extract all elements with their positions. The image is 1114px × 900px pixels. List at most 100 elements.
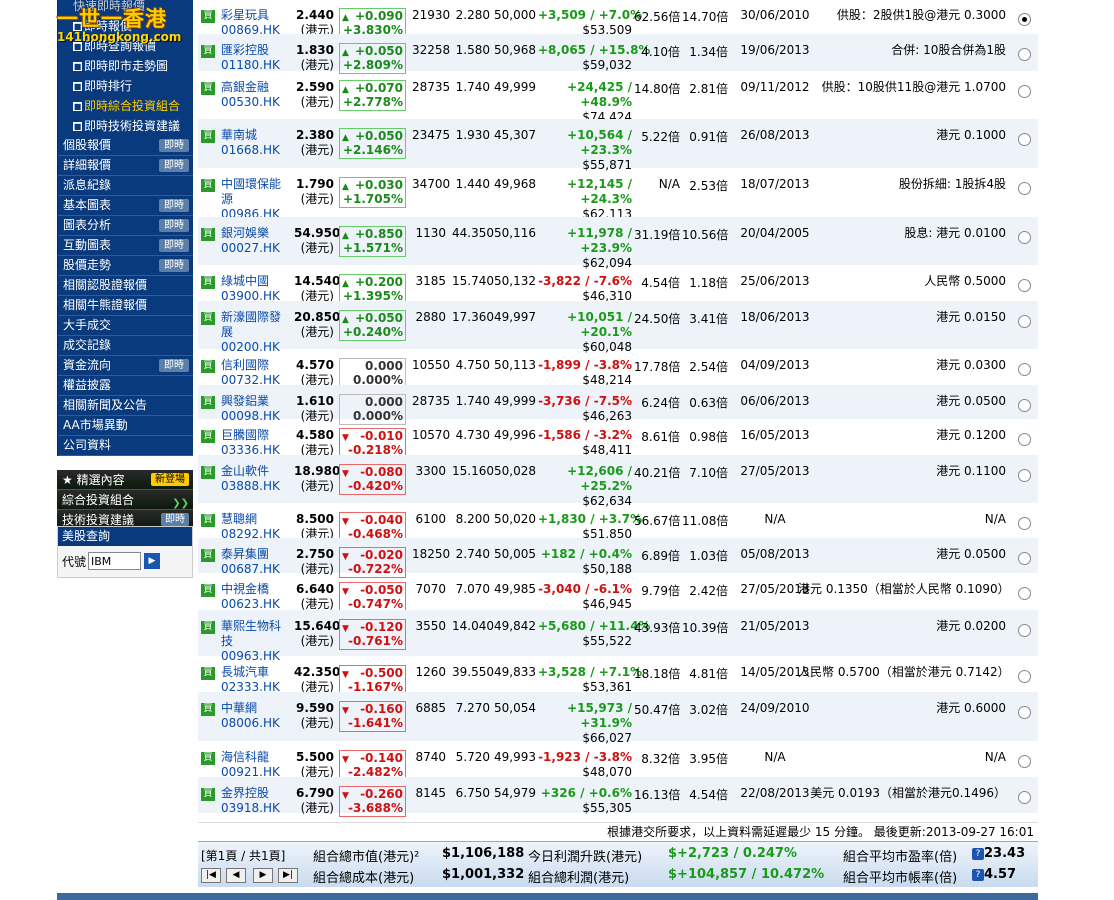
select-radio[interactable]: [1018, 587, 1031, 600]
select-radio[interactable]: [1018, 182, 1031, 195]
avg-cost: 14.040: [452, 619, 494, 633]
market-value: $55,522: [582, 634, 632, 648]
buy-icon[interactable]: 買: [201, 584, 215, 597]
buy-icon[interactable]: 買: [201, 179, 215, 192]
stock-name[interactable]: 華南城 01668.HK: [221, 128, 291, 158]
select-radio[interactable]: [1018, 755, 1031, 768]
select-radio[interactable]: [1018, 670, 1031, 683]
select-radio[interactable]: [1018, 517, 1031, 530]
buy-icon[interactable]: 買: [201, 430, 215, 443]
featured-item[interactable]: ★ 精選內容 新登場: [57, 470, 193, 490]
nav-item-label: 資金流向: [63, 358, 112, 372]
stock-name[interactable]: 高銀金融 00530.HK: [221, 80, 291, 110]
nav-item[interactable]: 權益披露: [58, 376, 193, 396]
nav-item[interactable]: 個股報價 即時: [58, 136, 193, 156]
buy-icon[interactable]: 買: [201, 621, 215, 634]
stock-name[interactable]: 長城汽車 02333.HK: [221, 665, 291, 695]
select-radio[interactable]: [1018, 13, 1031, 26]
buy-icon[interactable]: 買: [201, 396, 215, 409]
shares: 32258: [412, 43, 451, 57]
nav-sub-item[interactable]: ■ 即時綜合投資組合: [58, 96, 193, 116]
stock-name[interactable]: 銀河娛樂 00027.HK: [221, 226, 291, 256]
nav-item[interactable]: 股價走勢 即時: [58, 256, 193, 276]
stock-name[interactable]: 金界控股 03918.HK: [221, 786, 291, 816]
buy-icon[interactable]: 買: [201, 466, 215, 479]
select-radio[interactable]: [1018, 231, 1031, 244]
select-radio[interactable]: [1018, 363, 1031, 376]
buy-icon[interactable]: 買: [201, 10, 215, 23]
buy-icon[interactable]: 買: [201, 45, 215, 58]
shares: 23475: [412, 128, 451, 142]
buy-icon[interactable]: 買: [201, 312, 215, 325]
stock-name[interactable]: 海信科龍 00921.HK: [221, 750, 291, 780]
stock-name[interactable]: 中華網 08006.HK: [221, 701, 291, 731]
next-page-icon[interactable]: ▶: [253, 868, 273, 883]
first-page-icon[interactable]: |◀: [201, 868, 221, 883]
buy-icon[interactable]: 買: [201, 703, 215, 716]
stock-name[interactable]: 綠城中國 03900.HK: [221, 274, 291, 304]
featured-item[interactable]: 綜合投資組合 ❯❯: [57, 490, 193, 510]
nav-item[interactable]: 圖表分析 即時: [58, 216, 193, 236]
select-radio[interactable]: [1018, 624, 1031, 637]
select-radio[interactable]: [1018, 279, 1031, 292]
select-radio[interactable]: [1018, 315, 1031, 328]
buy-icon[interactable]: 買: [201, 82, 215, 95]
event-detail: 股份拆細: 1股拆4股: [898, 177, 1006, 191]
nav-sub-item[interactable]: ■ 即時即市走勢圖: [58, 56, 193, 76]
nav-item[interactable]: 成交記錄: [58, 336, 193, 356]
nav-item[interactable]: 基本圖表 即時: [58, 196, 193, 216]
stock-name[interactable]: 信利國際 00732.HK: [221, 358, 291, 388]
stock-name[interactable]: 中國環保能源 00986.HK: [221, 177, 291, 222]
go-arrow-icon[interactable]: ▶: [144, 553, 161, 569]
nav-item[interactable]: AA市場異動: [58, 416, 193, 436]
select-radio[interactable]: [1018, 552, 1031, 565]
cost-value: 50,000: [494, 8, 536, 22]
nav-item[interactable]: 資金流向 即時: [58, 356, 193, 376]
select-radio[interactable]: [1018, 469, 1031, 482]
profit-loss: +5,680 / +11.4% $55,522: [538, 619, 650, 649]
stock-name[interactable]: 中視金橋 00623.HK: [221, 582, 291, 612]
buy-icon[interactable]: 買: [201, 130, 215, 143]
help-icon[interactable]: ?: [972, 847, 984, 860]
select-radio[interactable]: [1018, 85, 1031, 98]
buy-icon[interactable]: 買: [201, 360, 215, 373]
stock-name[interactable]: 巨騰國際 03336.HK: [221, 428, 291, 458]
buy-icon[interactable]: 買: [201, 752, 215, 765]
select-radio[interactable]: [1018, 133, 1031, 146]
nav-item[interactable]: 互動圖表 即時: [58, 236, 193, 256]
buy-icon[interactable]: 買: [201, 667, 215, 680]
buy-icon[interactable]: 買: [201, 228, 215, 241]
nav-item[interactable]: 大手成交: [58, 316, 193, 336]
nav-item[interactable]: 相關牛熊證報價: [58, 296, 193, 316]
price-value: 6.640: [296, 582, 334, 596]
select-radio[interactable]: [1018, 48, 1031, 61]
nav-sub-item[interactable]: ■ 即時技術投資建議: [58, 116, 193, 136]
avg-cost: 7.070: [455, 582, 490, 596]
buy-icon[interactable]: 買: [201, 276, 215, 289]
nav-item[interactable]: 公司資料: [58, 436, 193, 456]
prev-page-icon[interactable]: ◀: [226, 868, 246, 883]
help-icon[interactable]: ?: [972, 868, 984, 881]
buy-icon[interactable]: 買: [201, 549, 215, 562]
select-radio[interactable]: [1018, 399, 1031, 412]
realtime-badge: 即時: [159, 259, 189, 272]
stock-name[interactable]: 匯彩控股 01180.HK: [221, 43, 291, 73]
nav-item[interactable]: 相關新聞及公告: [58, 396, 193, 416]
select-radio[interactable]: [1018, 706, 1031, 719]
portfolio-table: 買 彩星玩具 00869.HK 2.440 (港元) ▲ +0.090 +3.830% …: [198, 0, 1038, 900]
square-bullet-icon: ■: [73, 102, 82, 111]
nav-sub-item[interactable]: ■ 即時排行: [58, 76, 193, 96]
nav-item[interactable]: 詳細報價 即時: [58, 156, 193, 176]
nav-item[interactable]: 相關認股證報價: [58, 276, 193, 296]
pl-value: -3,736 / -7.5%: [538, 394, 632, 408]
last-page-icon[interactable]: ▶|: [278, 868, 298, 883]
nav-item[interactable]: 派息紀錄: [58, 176, 193, 196]
us-code-input[interactable]: [88, 552, 142, 570]
select-radio[interactable]: [1018, 433, 1031, 446]
buy-icon[interactable]: 買: [201, 788, 215, 801]
select-radio[interactable]: [1018, 791, 1031, 804]
pe-ratio: 56.67倍: [634, 514, 681, 528]
buy-icon[interactable]: 買: [201, 514, 215, 527]
site-logo[interactable]: 一世一香港 141hongkong.com: [57, 8, 181, 48]
stock-name[interactable]: 金山軟件 03888.HK: [221, 464, 291, 494]
